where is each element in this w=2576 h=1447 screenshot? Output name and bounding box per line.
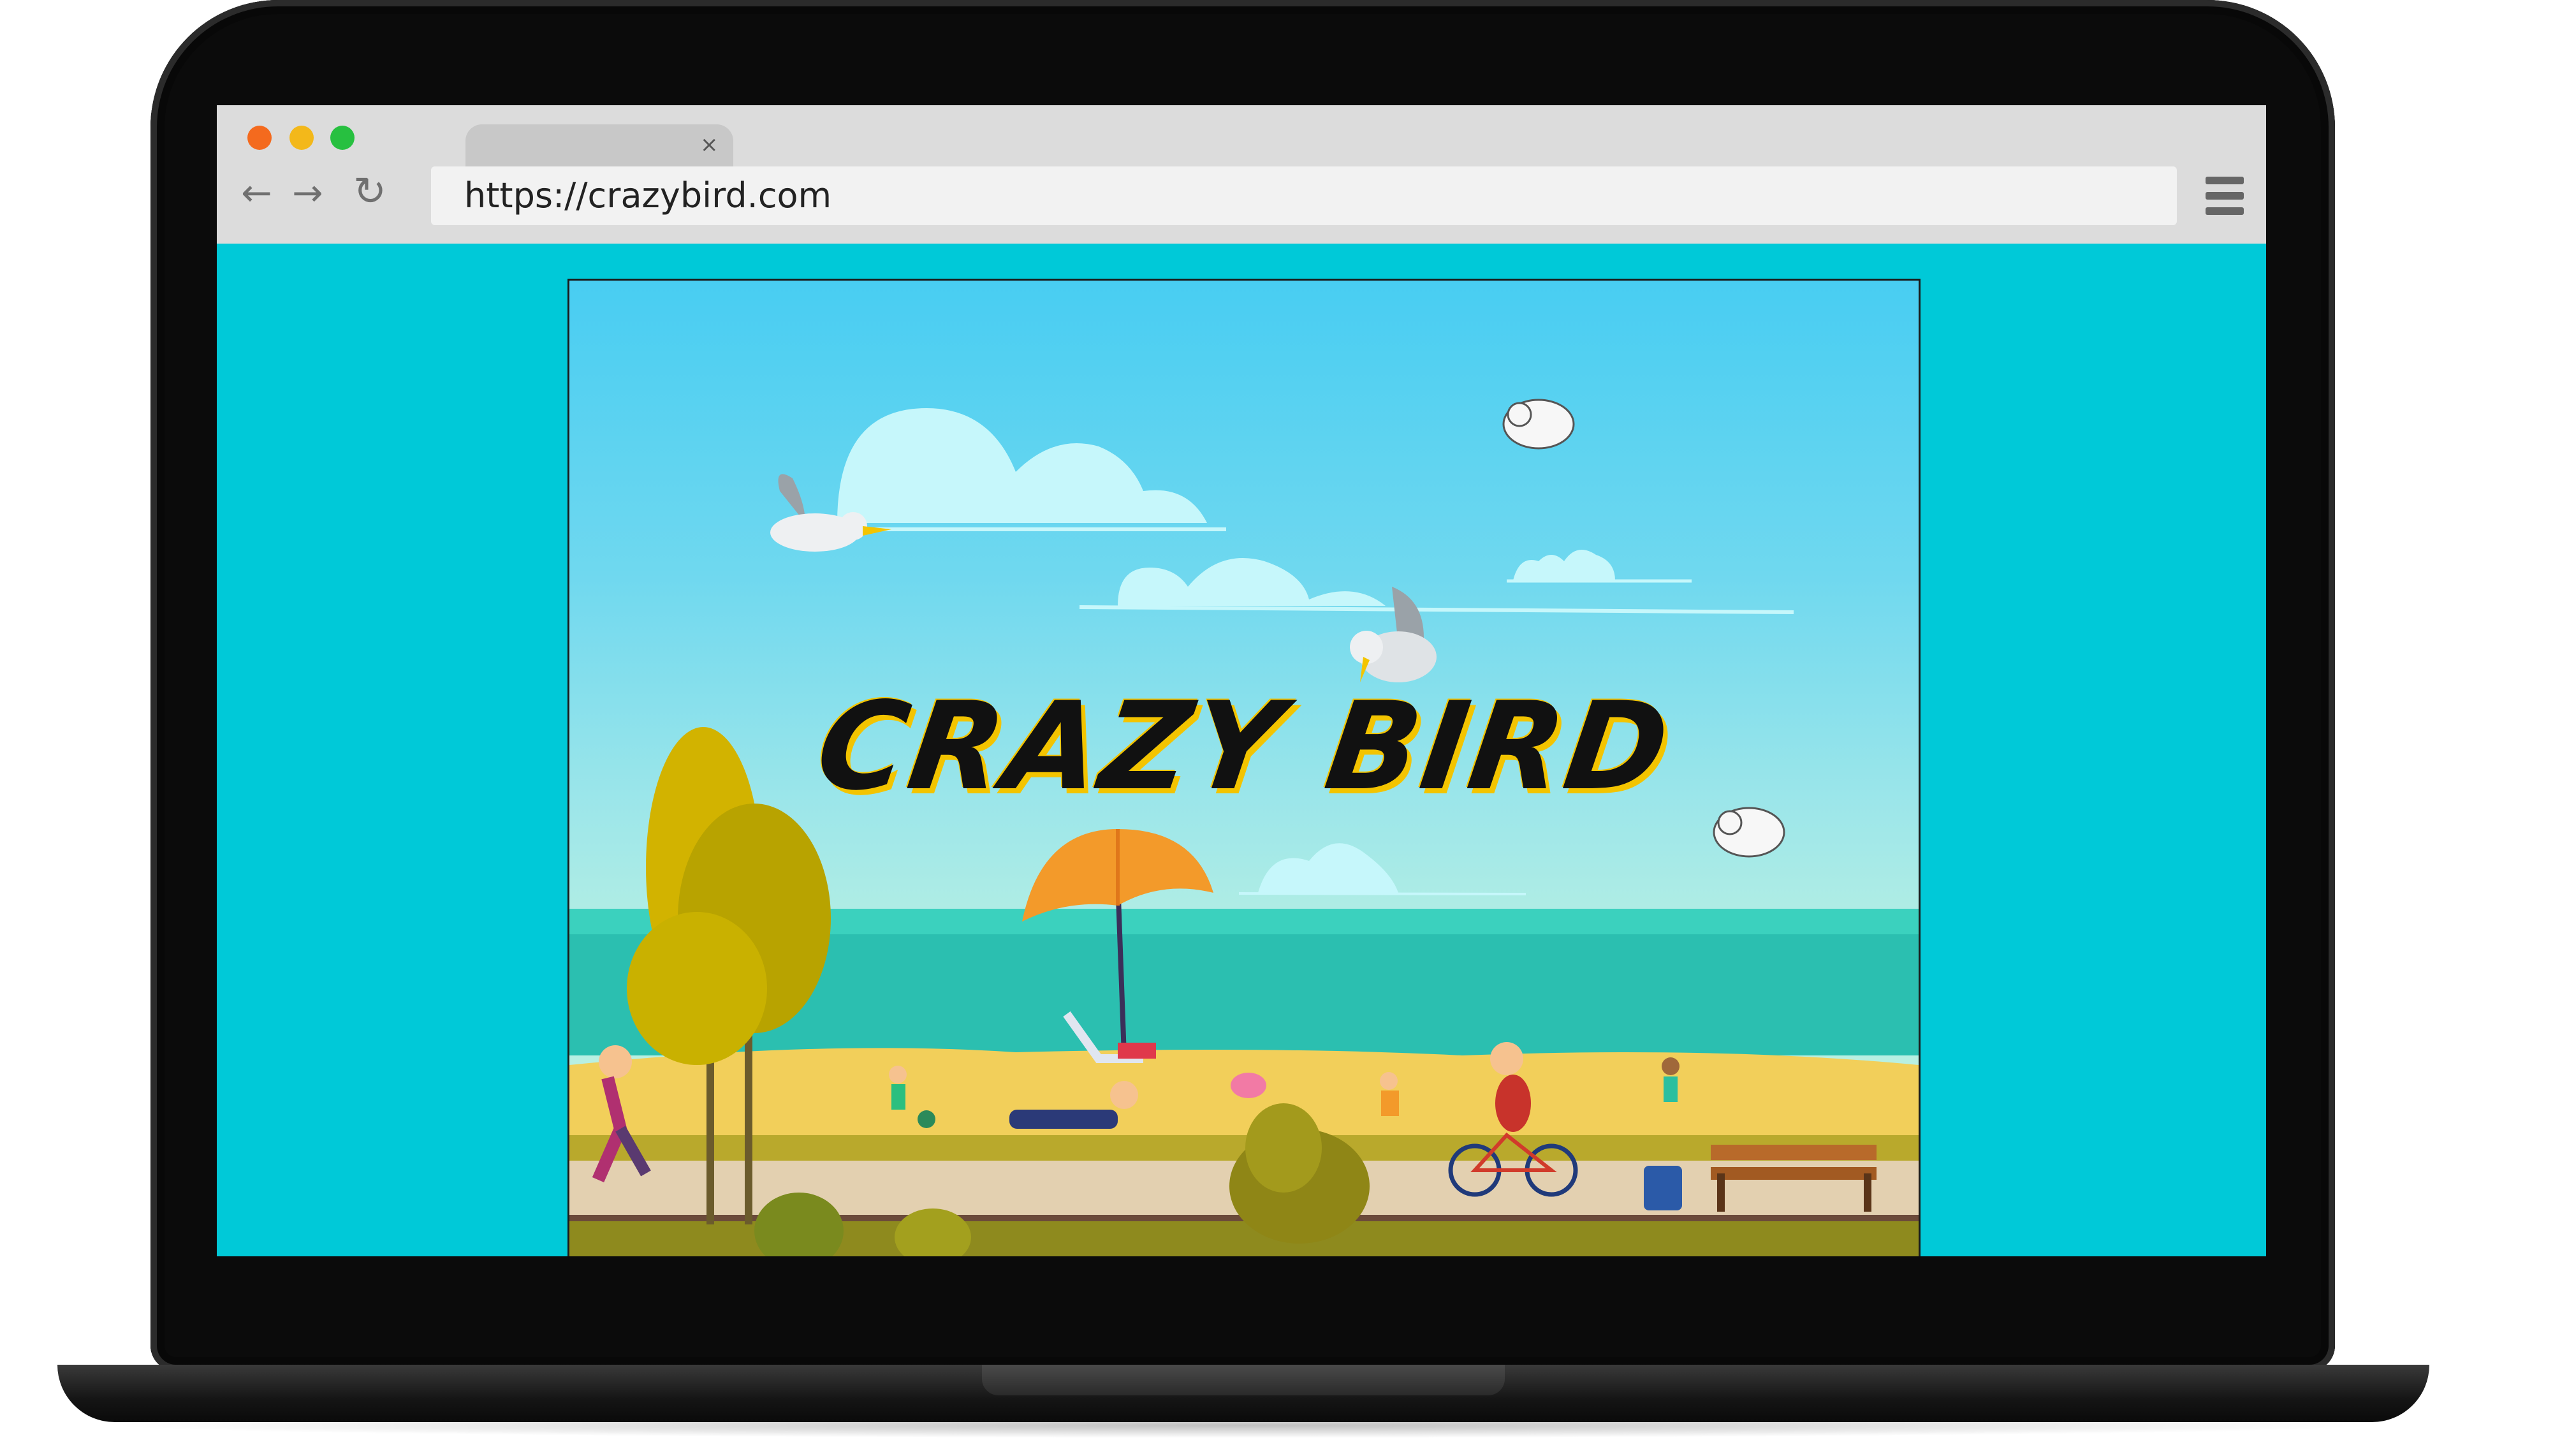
browser-chrome: × ← → ↻ https://crazybird.com (217, 105, 2266, 244)
child-icon (1662, 1057, 1680, 1102)
minimize-window-dot[interactable] (289, 126, 314, 150)
url-text[interactable]: https://crazybird.com (464, 175, 831, 216)
cloud-icon (1079, 558, 1794, 614)
child-icon (889, 1066, 907, 1110)
back-arrow-icon[interactable]: ← (241, 174, 272, 211)
reload-icon[interactable]: ↻ (353, 172, 386, 211)
laptop-mockup: × ← → ↻ https://crazybird.com CRAZY BIRD (0, 0, 2576, 1447)
beach-ball-icon (918, 1110, 935, 1128)
close-window-dot[interactable] (247, 126, 272, 150)
laptop-hinge-notch (982, 1365, 1505, 1395)
hamburger-menu-icon[interactable] (2206, 177, 2244, 215)
forward-arrow-icon[interactable]: → (292, 174, 323, 211)
flamingo-float-icon (1231, 1073, 1266, 1098)
child-icon (1380, 1072, 1399, 1116)
cloud-icon (1507, 550, 1692, 583)
seagull-icon (1502, 399, 1575, 450)
game-title: CRAZY BIRD (809, 676, 1680, 817)
browser-tab[interactable] (465, 124, 733, 169)
game-canvas[interactable]: CRAZY BIRD (567, 279, 1921, 1256)
cloud-icon (786, 408, 1226, 531)
tab-close-icon[interactable]: × (700, 132, 719, 158)
cloud-icon (1238, 843, 1526, 895)
trash-can-icon (1644, 1166, 1682, 1210)
screen: × ← → ↻ https://crazybird.com CRAZY BIRD (217, 105, 2266, 1256)
maximize-window-dot[interactable] (330, 126, 355, 150)
